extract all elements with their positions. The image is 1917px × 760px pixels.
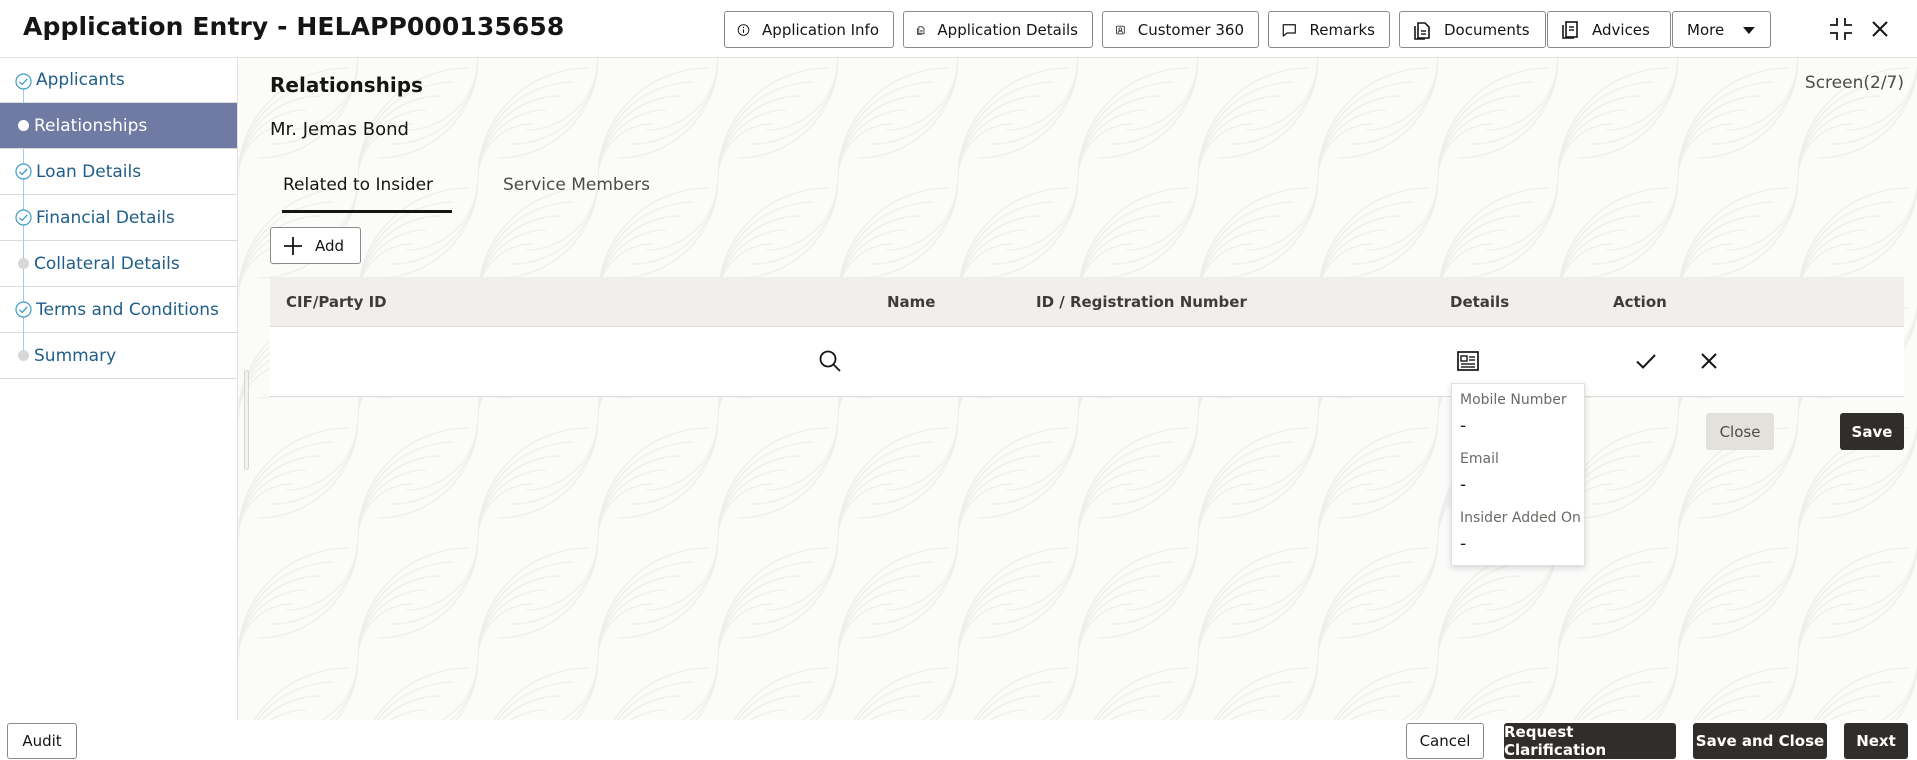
remarks-label: Remarks bbox=[1309, 20, 1375, 39]
sidebar-item-terms-and-conditions[interactable]: Terms and Conditions bbox=[0, 287, 237, 333]
mobile-number-label: Mobile Number bbox=[1460, 392, 1567, 408]
details-popup: Mobile Number - Email - Insider Added On… bbox=[1451, 383, 1585, 566]
remarks-button[interactable]: Remarks bbox=[1268, 11, 1390, 48]
table-row bbox=[270, 327, 1904, 397]
advices-button[interactable]: Advices bbox=[1547, 11, 1671, 48]
table-header: CIF/Party ID Name ID / Registration Numb… bbox=[270, 277, 1904, 327]
check-circle-icon bbox=[15, 209, 32, 226]
checkmark-icon[interactable] bbox=[1634, 349, 1658, 373]
applicant-name: Mr. Jemas Bond bbox=[270, 119, 409, 140]
mobile-number-value: - bbox=[1460, 416, 1467, 436]
section-title: Relationships bbox=[270, 73, 423, 97]
screen-counter: Screen(2/7) bbox=[1804, 73, 1904, 93]
current-step-dot bbox=[18, 120, 29, 131]
sidebar: Applicants Relationships Loan Details Fi… bbox=[0, 58, 238, 720]
active-tab-indicator bbox=[282, 210, 452, 213]
sidebar-item-label: Financial Details bbox=[36, 207, 175, 228]
email-label: Email bbox=[1460, 451, 1499, 467]
save-and-close-button[interactable]: Save and Close bbox=[1693, 723, 1827, 759]
close-icon[interactable] bbox=[1698, 350, 1720, 372]
sidebar-item-applicants[interactable]: Applicants bbox=[0, 58, 237, 104]
application-info-button[interactable]: Application Info bbox=[724, 11, 894, 48]
caret-down-icon bbox=[1743, 26, 1756, 34]
app-header: Application Entry - HELAPP000135658 Appl… bbox=[0, 0, 1917, 58]
close-button[interactable]: Close bbox=[1706, 413, 1774, 450]
next-button[interactable]: Next bbox=[1844, 723, 1908, 759]
application-info-label: Application Info bbox=[762, 20, 879, 39]
sidebar-item-label: Relationships bbox=[34, 115, 148, 136]
sidebar-item-relationships[interactable]: Relationships bbox=[0, 103, 237, 149]
column-header-cif: CIF/Party ID bbox=[286, 293, 387, 311]
audit-button[interactable]: Audit bbox=[7, 723, 77, 759]
insider-added-on-value: - bbox=[1460, 534, 1467, 554]
tab-service-members[interactable]: Service Members bbox=[503, 175, 650, 195]
sidebar-item-label: Summary bbox=[34, 345, 117, 366]
column-header-details: Details bbox=[1450, 293, 1510, 311]
documents-button[interactable]: Documents bbox=[1399, 11, 1546, 48]
sidebar-item-collateral-details[interactable]: Collateral Details bbox=[0, 241, 237, 287]
stacked-document-icon bbox=[1562, 20, 1578, 39]
document-icon bbox=[917, 25, 925, 35]
more-label: More bbox=[1687, 20, 1725, 39]
sidebar-item-label: Terms and Conditions bbox=[36, 299, 219, 320]
sidebar-item-loan-details[interactable]: Loan Details bbox=[0, 149, 237, 195]
check-circle-icon bbox=[15, 301, 32, 318]
request-clarification-button[interactable]: Request Clarification bbox=[1504, 723, 1676, 759]
page-title: Application Entry - HELAPP000135658 bbox=[23, 12, 565, 41]
documents-label: Documents bbox=[1444, 20, 1530, 39]
column-header-id: ID / Registration Number bbox=[1036, 293, 1247, 311]
check-circle-icon bbox=[15, 73, 32, 90]
close-icon[interactable] bbox=[1865, 14, 1895, 44]
customer-360-button[interactable]: Customer 360 bbox=[1102, 11, 1259, 48]
comment-icon bbox=[1282, 23, 1296, 37]
user-card-icon bbox=[1116, 25, 1125, 34]
details-card-icon[interactable] bbox=[1456, 349, 1480, 373]
tab-related-to-insider[interactable]: Related to Insider bbox=[283, 175, 433, 195]
email-value: - bbox=[1460, 475, 1467, 495]
save-button[interactable]: Save bbox=[1840, 413, 1904, 450]
main-content: Relationships Screen(2/7) Mr. Jemas Bond… bbox=[238, 58, 1917, 720]
column-header-action: Action bbox=[1613, 293, 1667, 311]
plus-icon bbox=[284, 236, 302, 255]
more-button[interactable]: More bbox=[1672, 11, 1771, 48]
sidebar-item-label: Collateral Details bbox=[34, 253, 180, 274]
sidebar-item-label: Applicants bbox=[36, 70, 125, 90]
application-details-label: Application Details bbox=[937, 20, 1078, 39]
info-icon bbox=[737, 23, 750, 36]
insider-added-on-label: Insider Added On bbox=[1460, 510, 1581, 526]
scrollbar[interactable] bbox=[244, 370, 249, 470]
application-details-button[interactable]: Application Details bbox=[903, 11, 1093, 48]
collapse-icon[interactable] bbox=[1826, 14, 1856, 44]
pending-step-dot bbox=[18, 350, 29, 361]
add-button[interactable]: Add bbox=[270, 227, 361, 264]
customer-360-label: Customer 360 bbox=[1137, 20, 1244, 39]
footer: Audit Cancel Request Clarification Save … bbox=[0, 720, 1917, 760]
nav-connector bbox=[23, 333, 24, 350]
add-label: Add bbox=[315, 236, 345, 255]
sidebar-item-summary[interactable]: Summary bbox=[0, 333, 237, 379]
column-header-name: Name bbox=[887, 293, 936, 311]
search-icon[interactable] bbox=[818, 349, 842, 373]
sidebar-item-financial-details[interactable]: Financial Details bbox=[0, 195, 237, 241]
pending-step-dot bbox=[18, 258, 29, 269]
advices-label: Advices bbox=[1592, 20, 1650, 39]
sidebar-item-label: Loan Details bbox=[36, 161, 142, 182]
check-circle-icon bbox=[15, 163, 32, 180]
cancel-button[interactable]: Cancel bbox=[1406, 723, 1484, 759]
document-icon bbox=[1414, 21, 1430, 40]
